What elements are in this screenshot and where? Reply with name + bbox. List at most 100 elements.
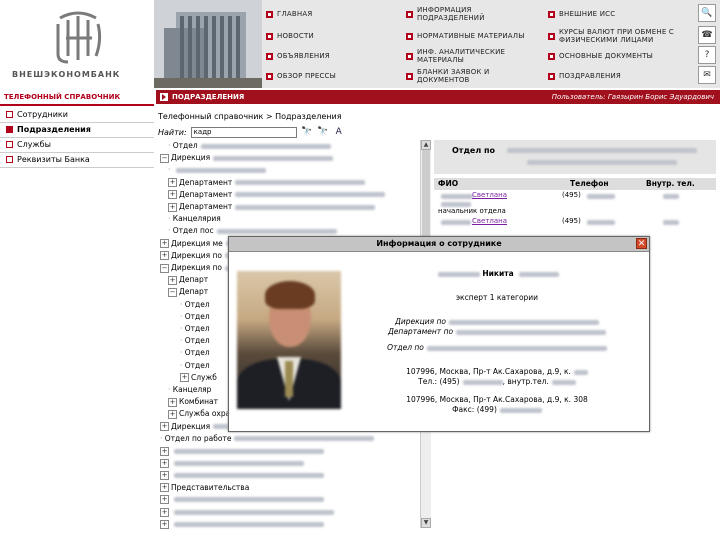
tree-node[interactable]: − Департ [168,286,208,298]
tree-node[interactable]: + [160,445,324,457]
expand-icon[interactable]: + [168,397,177,407]
tree-node[interactable]: + [160,457,304,469]
bullet-icon [406,10,413,18]
tree-node[interactable]: + [160,469,324,481]
tree-node[interactable]: · Отдел [168,140,331,152]
bullet-icon [406,72,413,80]
search-icon[interactable]: 🔍 [698,4,716,22]
menu-item-home[interactable]: ГЛАВНАЯ [262,4,402,24]
tree-node[interactable]: + Департамент [168,189,386,201]
tree-node[interactable]: + [160,494,324,506]
bullet-icon [266,10,273,18]
nav-item-services[interactable]: Службы [0,138,154,153]
expand-icon[interactable]: + [160,483,169,493]
employee-link[interactable]: Светлана [472,217,507,225]
menu-item-external-iss[interactable]: ВНЕШНИЕ ИСС [544,4,720,24]
close-icon[interactable]: ✕ [636,238,647,249]
collapse-icon[interactable]: − [160,263,169,273]
menu-item-division-info[interactable]: ИНФОРМАЦИЯ ПОДРАЗДЕЛЕНИЙ [402,4,544,24]
expand-icon[interactable]: + [160,458,169,468]
current-user: Пользователь: Гаязырин Борис Эдуардович [551,93,714,101]
font-size-icon[interactable]: A [333,127,345,138]
menu-item-press[interactable]: ОБЗОР ПРЕССЫ [262,66,402,86]
expand-icon[interactable]: + [168,202,177,212]
tree-node[interactable]: + Департ [168,274,208,286]
scroll-up-icon[interactable]: ▲ [421,140,431,150]
expand-icon[interactable]: + [160,507,169,517]
tab-phone-directory[interactable]: ТЕЛЕФОННЫЙ СПРАВОЧНИК [0,90,154,106]
blurred-text [587,194,615,199]
menu-item-announcements[interactable]: ОБЪЯВЛЕНИЯ [262,46,402,66]
table-header: ФИО Телефон Внутр. тел. [434,178,716,190]
binoculars-next-icon[interactable]: 🔭 [317,127,329,138]
tree-node[interactable]: · Канцеляр [168,384,211,396]
phone-line: Тел.: (495) , внутр.тел. [347,377,647,386]
collapse-icon[interactable]: − [160,153,169,163]
tree-node[interactable]: · Отдел [180,335,210,347]
tree-node[interactable]: + [160,506,334,518]
tree-node[interactable]: · Отдел [180,347,210,359]
expand-icon[interactable]: + [180,373,189,383]
table-row[interactable]: Светлана (495) [434,214,716,238]
blurred-text [449,319,599,325]
expand-icon[interactable]: + [160,239,169,249]
tab-sections[interactable]: ПОДРАЗДЕЛЕНИЯ Пользователь: Гаязырин Бор… [156,90,720,104]
tree-node[interactable]: · Отдел по работе [160,433,375,445]
tree-node[interactable]: + Департамент [168,201,376,213]
menu-item-forms[interactable]: БЛАНКИ ЗАЯВОК И ДОКУМЕНТОВ [402,66,544,86]
search-input[interactable] [190,126,297,138]
help-icon[interactable]: ? [698,46,716,64]
tree-node[interactable]: + Представительства [160,482,249,494]
menu-item-analytics[interactable]: ИНФ. АНАЛИТИЧЕСКИЕ МАТЕРИАЛЫ [402,46,544,66]
tree-node[interactable]: · Отдел [180,311,210,323]
blurred-text [527,160,677,165]
tree-node[interactable]: + [160,518,324,530]
expand-icon[interactable]: + [160,251,169,261]
tree-node[interactable]: · Отдел [180,323,210,335]
expand-icon[interactable]: + [168,409,177,419]
menu-item-exchange-rates[interactable]: КУРСЫ ВАЛЮТ ПРИ ОБМЕНЕ С ФИЗИЧЕСКИМИ ЛИЦ… [544,26,720,46]
employee-phone: (495) [562,217,581,225]
expand-icon[interactable]: + [168,190,177,200]
directorate-line: Дирекция по [347,317,647,326]
logo-area[interactable]: ВНЕШЭКОНОМБАНК [0,0,154,88]
nav-item-employees[interactable]: Сотрудники [0,108,154,123]
tree-node[interactable]: + Департамент [168,177,366,189]
expand-icon[interactable]: + [168,275,177,285]
expand-icon[interactable]: + [160,519,169,529]
tree-node[interactable]: + Комбинат [168,396,218,408]
employee-table: ФИО Телефон Внутр. тел. Светлана начальн… [434,178,716,238]
tree-node[interactable]: + Служб [180,372,217,384]
blurred-text [213,155,334,161]
table-row[interactable]: Светлана начальник отдела (495) [434,190,716,215]
employee-photo [237,271,341,409]
collapse-icon[interactable]: − [168,287,177,297]
directorate-label: Дирекция по [394,317,446,326]
tree-node[interactable]: − Дирекция [160,152,334,164]
phone-icon[interactable]: ☎ [698,26,716,44]
tree-node-label: Департамент [179,189,233,199]
mail-icon[interactable]: ✉ [698,66,716,84]
scroll-down-icon[interactable]: ▼ [421,518,431,528]
menu-item-main-docs[interactable]: ОСНОВНЫЕ ДОКУМЕНТЫ [544,46,720,66]
tree-node[interactable]: · Отдел [180,299,210,311]
nav-item-bank-details[interactable]: Реквизиты Банка [0,153,154,168]
menu-item-normative[interactable]: НОРМАТИВНЫЕ МАТЕРИАЛЫ [402,26,544,46]
ext-label: , внутр.тел. [502,377,549,386]
menu-item-news[interactable]: НОВОСТИ [262,26,402,46]
employee-name-line: Никита [347,269,647,278]
expand-icon[interactable]: + [168,178,177,188]
employee-link[interactable]: Светлана [472,191,507,199]
expand-icon[interactable]: + [160,495,169,505]
tree-node-label: Дирекция по [171,250,223,260]
binoculars-icon[interactable]: 🔭 [301,127,313,138]
tree-node[interactable]: · Канцелярия [168,213,221,225]
expand-icon[interactable]: + [160,470,169,480]
tree-connector-icon: · [168,165,173,175]
nav-item-divisions[interactable]: Подразделения [0,123,154,138]
expand-icon[interactable]: + [160,422,169,432]
tree-node[interactable]: · [168,164,266,176]
tree-node[interactable]: · Отдел [180,360,210,372]
expand-icon[interactable]: + [160,446,169,456]
menu-item-greetings[interactable]: ПОЗДРАВЛЕНИЯ [544,66,720,86]
